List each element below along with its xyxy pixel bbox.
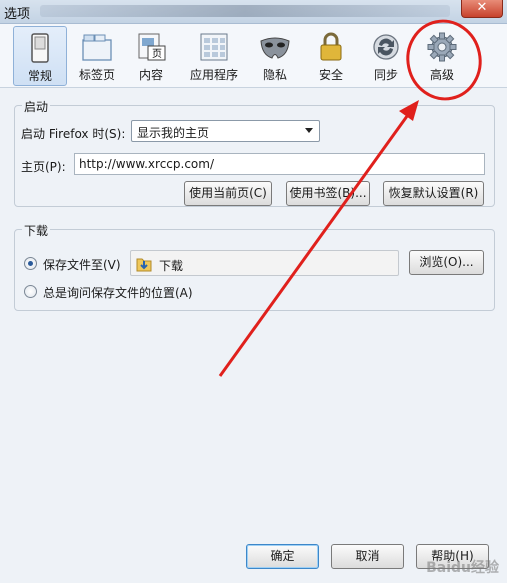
tab-advanced-label: 高级 <box>429 68 454 82</box>
use-bookmark-button[interactable]: 使用书签(B)... <box>286 181 370 206</box>
save-to-label[interactable]: 保存文件至(V) <box>43 256 121 273</box>
tab-privacy[interactable]: 隐私 <box>253 26 297 86</box>
page-icon: 页 <box>138 33 166 61</box>
homepage-value: http://www.xrccp.com/ <box>79 157 214 171</box>
always-ask-label[interactable]: 总是询问保存文件的位置(A) <box>43 284 193 301</box>
svg-text:页: 页 <box>152 48 162 60</box>
tab-general[interactable]: 常规 <box>13 26 67 86</box>
startup-when-label: 启动 Firefox 时(S): <box>21 127 126 141</box>
cancel-button[interactable]: 取消 <box>331 544 404 569</box>
padlock-icon <box>320 32 342 61</box>
window-title: 选项 <box>4 7 31 22</box>
download-folder-box: 下载 <box>130 250 399 276</box>
downloads-group-title: 下载 <box>22 222 51 239</box>
tab-sync-label: 同步 <box>373 68 398 82</box>
tabs-icon <box>82 34 112 61</box>
general-panel: 启动 启动 Firefox 时(S): 显示我的主页 主页(P): http:/… <box>0 88 507 583</box>
gear-icon <box>427 32 457 62</box>
tab-content[interactable]: 页 内容 <box>128 26 174 86</box>
switch-icon <box>31 33 49 63</box>
save-to-radio[interactable] <box>24 257 37 270</box>
always-ask-radio[interactable] <box>24 285 37 298</box>
homepage-field[interactable]: http://www.xrccp.com/ <box>74 153 485 175</box>
applications-icon <box>200 33 228 61</box>
download-folder-icon <box>136 258 152 272</box>
mask-icon <box>260 37 290 59</box>
ok-button[interactable]: 确定 <box>246 544 319 569</box>
browse-button[interactable]: 浏览(O)... <box>409 250 484 275</box>
tab-security[interactable]: 安全 <box>310 26 352 86</box>
restore-default-button[interactable]: 恢复默认设置(R) <box>383 181 484 206</box>
close-button[interactable]: ✕ <box>461 0 503 18</box>
tab-general-label: 常规 <box>27 69 52 83</box>
startup-group-title: 启动 <box>22 98 51 115</box>
homepage-label: 主页(P): <box>21 160 66 174</box>
tab-sync[interactable]: 同步 <box>364 26 408 86</box>
chevron-down-icon <box>305 128 313 133</box>
tab-tabs[interactable]: 标签页 <box>72 26 122 86</box>
watermark: Baidu经验 <box>426 560 499 576</box>
startup-when-select[interactable]: 显示我的主页 <box>131 120 320 142</box>
tab-content-label: 内容 <box>138 68 163 82</box>
tab-privacy-label: 隐私 <box>262 68 287 82</box>
startup-when-value: 显示我的主页 <box>137 126 210 140</box>
use-current-page-button[interactable]: 使用当前页(C) <box>184 181 272 206</box>
preferences-toolbar: 常规 标签页 页 内容 应用程序 隐私 安全 同步 高级 <box>0 24 507 88</box>
tab-security-label: 安全 <box>318 68 343 82</box>
title-bar-blur <box>40 5 450 17</box>
tab-advanced[interactable]: 高级 <box>419 26 465 86</box>
sync-icon <box>373 34 399 60</box>
download-folder-name: 下载 <box>159 259 184 273</box>
tab-applications[interactable]: 应用程序 <box>186 26 242 86</box>
title-bar: 选项 ✕ <box>0 0 507 24</box>
tab-applications-label: 应用程序 <box>189 68 238 82</box>
tab-tabs-label: 标签页 <box>78 68 115 82</box>
